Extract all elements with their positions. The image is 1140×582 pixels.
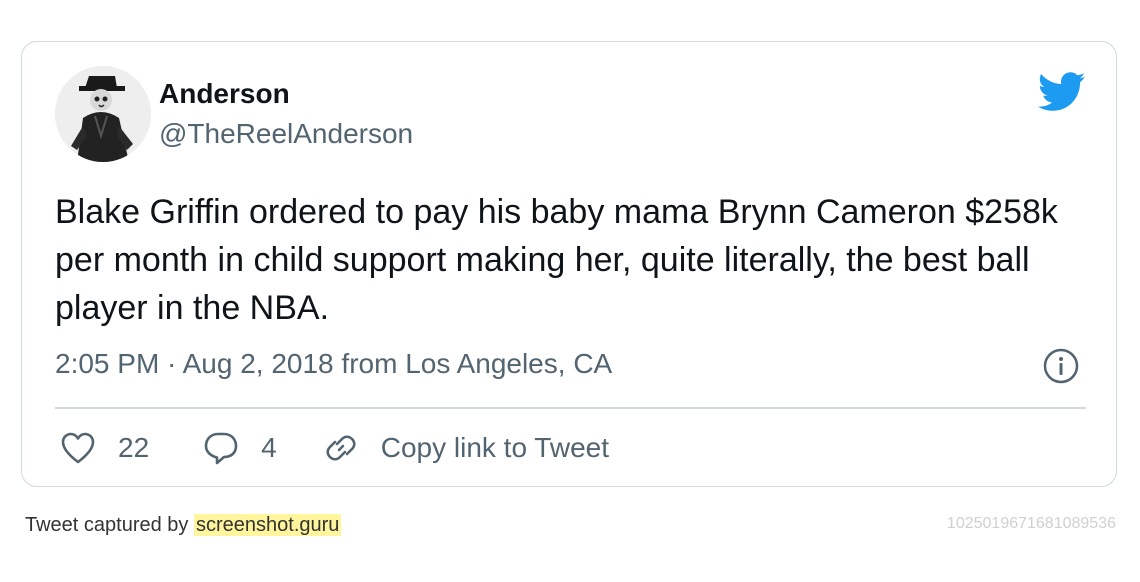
link-icon [323,430,359,466]
reply-button[interactable]: 4 [203,430,277,466]
capture-credit-prefix: Tweet captured by [25,514,194,536]
reply-bubble-icon [203,430,239,466]
capture-credit: Tweet captured by screenshot.guru [25,514,342,537]
tweet-text: Blake Griffin ordered to pay his baby ma… [55,193,1058,327]
avatar-figure-image [55,66,151,162]
twitter-bird-icon[interactable] [1037,72,1086,112]
copy-link-button[interactable]: Copy link to Tweet [323,430,609,466]
capture-site-link[interactable]: screenshot.guru [193,514,342,536]
copy-link-label: Copy link to Tweet [380,432,609,463]
tweet-id: 1025019671681089536 [946,515,1116,532]
info-icon[interactable] [1043,348,1079,384]
heart-icon [60,431,96,465]
reply-count: 4 [261,432,277,463]
divider [55,407,1086,409]
tweet-card: Anderson @TheReelAnderson Blake Griffin … [21,41,1117,487]
like-count: 22 [118,432,150,463]
display-name[interactable]: Anderson [159,78,290,110]
handle[interactable]: @TheReelAnderson [159,118,413,150]
avatar[interactable] [55,66,151,162]
like-button[interactable]: 22 [60,431,149,465]
tweet-timestamp[interactable]: 2:05 PM · Aug 2, 2018 from Los Angeles, … [55,348,612,380]
action-bar: 22 4 Copy link to Tweet [60,428,609,468]
